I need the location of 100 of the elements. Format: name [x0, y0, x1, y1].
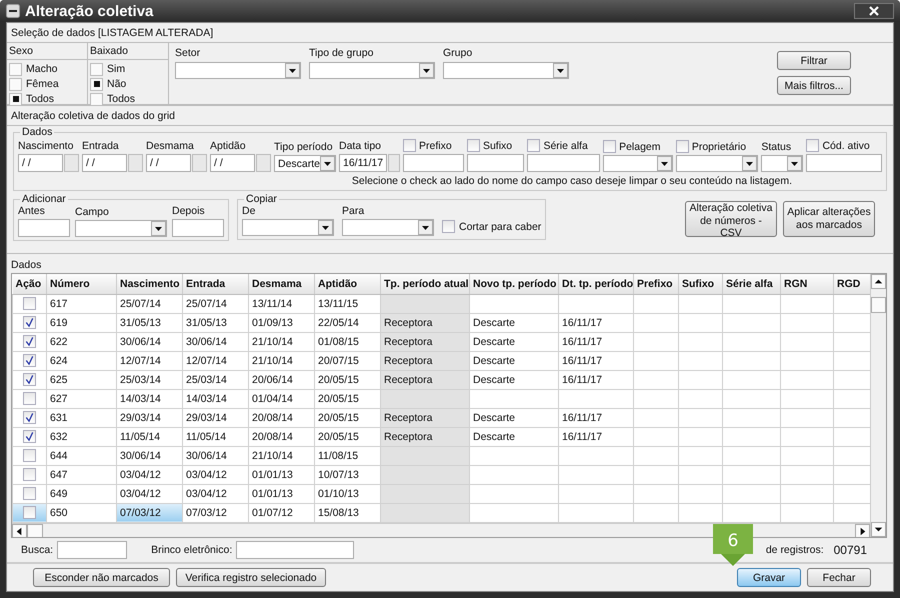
table-cell: [634, 389, 678, 408]
radio-button[interactable]: [9, 92, 22, 106]
column-header[interactable]: Número: [46, 274, 116, 294]
dialog-button[interactable]: Gravar: [737, 568, 801, 587]
table-cell: 12/07/14: [116, 351, 182, 370]
column-header[interactable]: Nascimento: [116, 274, 182, 294]
scroll-right-icon[interactable]: [855, 524, 870, 537]
caret-icon: [320, 156, 336, 171]
scroll-up-icon[interactable]: [871, 274, 886, 289]
checkbox[interactable]: [603, 140, 616, 153]
date-field[interactable]: 16/11/17: [339, 154, 388, 172]
caret-icon: [418, 220, 433, 235]
checkbox[interactable]: [23, 487, 36, 500]
radio-button[interactable]: [9, 62, 22, 76]
action-button[interactable]: Aplicar alterações aos marcados: [783, 201, 875, 237]
checkbox[interactable]: [23, 297, 36, 310]
column-header[interactable]: Prefixo: [634, 274, 678, 294]
table-cell: [780, 389, 834, 408]
action-button[interactable]: Alteração coletiva de números - CSV: [685, 201, 777, 237]
radio-button[interactable]: [90, 62, 103, 76]
date-field[interactable]: / /: [82, 154, 127, 172]
checkbox[interactable]: [23, 506, 36, 519]
table-cell: [780, 370, 834, 389]
column-header[interactable]: Dt. tp. período: [558, 274, 634, 294]
table-cell: [678, 465, 722, 484]
checkbox[interactable]: [23, 373, 36, 386]
group-label: Adicionar: [21, 193, 67, 205]
date-picker-button[interactable]: [128, 154, 143, 172]
dropdown[interactable]: [603, 155, 673, 172]
text-field[interactable]: [172, 219, 224, 237]
checkbox[interactable]: [23, 430, 36, 443]
radio-button[interactable]: [9, 78, 22, 90]
filter-button[interactable]: Mais filtros...: [777, 76, 851, 95]
dropdown[interactable]: [443, 62, 569, 79]
checkbox[interactable]: [527, 139, 540, 152]
scroll-thumb[interactable]: [27, 524, 43, 537]
column-header[interactable]: Ação: [12, 274, 46, 294]
search-field[interactable]: [236, 541, 354, 559]
checkbox[interactable]: [23, 316, 36, 329]
table-cell: Descarte: [470, 427, 558, 446]
checkbox[interactable]: [442, 220, 455, 233]
field-label: Desmama: [146, 140, 194, 152]
date-picker-button[interactable]: [64, 154, 79, 172]
action-button[interactable]: Verifica registro selecionado: [176, 568, 326, 587]
table-cell: 12/07/14: [182, 351, 248, 370]
scroll-thumb[interactable]: [871, 297, 886, 313]
column-header[interactable]: Sufixo: [678, 274, 722, 294]
scroll-left-icon[interactable]: [12, 524, 27, 537]
radio-button[interactable]: [90, 92, 103, 106]
dropdown[interactable]: [175, 62, 301, 79]
column-header[interactable]: RGN: [780, 274, 834, 294]
checkbox[interactable]: [23, 335, 36, 348]
field-label: Sufixo: [482, 140, 512, 152]
column-header[interactable]: Entrada: [182, 274, 248, 294]
table-cell: 647: [46, 465, 116, 484]
text-field[interactable]: [18, 219, 70, 237]
date-field[interactable]: / /: [18, 154, 63, 172]
dropdown[interactable]: [761, 155, 804, 172]
text-field[interactable]: [403, 154, 464, 172]
dropdown[interactable]: [75, 220, 167, 237]
text-field[interactable]: [806, 154, 882, 172]
date-field[interactable]: / /: [146, 154, 191, 172]
checkbox[interactable]: [23, 354, 36, 367]
date-field[interactable]: / /: [210, 154, 255, 172]
date-picker-button[interactable]: [388, 154, 400, 172]
dialog-button[interactable]: Fechar: [807, 568, 871, 587]
filter-button[interactable]: Filtrar: [777, 51, 851, 70]
checkbox[interactable]: [23, 468, 36, 481]
column-header[interactable]: Novo tp. período: [470, 274, 558, 294]
date-picker-button[interactable]: [256, 154, 271, 172]
column-header[interactable]: RGD: [834, 274, 870, 294]
dropdown[interactable]: Descarte: [274, 155, 336, 172]
text-field[interactable]: [527, 154, 600, 172]
table-cell: 03/04/12: [182, 465, 248, 484]
checkbox[interactable]: [403, 139, 416, 152]
column-header[interactable]: Série alfa: [722, 274, 780, 294]
vertical-scrollbar[interactable]: [870, 274, 886, 537]
scroll-down-icon[interactable]: [871, 522, 886, 537]
dropdown[interactable]: [309, 62, 435, 79]
table-cell: [634, 351, 678, 370]
checkbox[interactable]: [466, 139, 480, 152]
column-header[interactable]: Desmama: [248, 274, 314, 294]
checkbox[interactable]: [23, 449, 36, 462]
field-label: Nascimento: [18, 140, 74, 152]
text-field[interactable]: [466, 154, 524, 172]
radio-button[interactable]: [90, 78, 103, 90]
checkbox[interactable]: [23, 411, 36, 424]
checkbox[interactable]: [806, 139, 820, 152]
dropdown[interactable]: [676, 155, 758, 172]
search-field[interactable]: [57, 541, 128, 559]
date-picker-button[interactable]: [192, 154, 207, 172]
dropdown[interactable]: [242, 219, 334, 236]
close-icon[interactable]: [854, 3, 894, 19]
checkbox[interactable]: [676, 140, 689, 153]
column-header[interactable]: Aptidão: [314, 274, 380, 294]
action-button[interactable]: Esconder não marcados: [33, 568, 170, 587]
dropdown[interactable]: [342, 219, 434, 236]
column-header[interactable]: Tp. período atual: [380, 274, 470, 294]
checkbox[interactable]: [23, 392, 36, 405]
minimize-icon[interactable]: [6, 4, 20, 18]
